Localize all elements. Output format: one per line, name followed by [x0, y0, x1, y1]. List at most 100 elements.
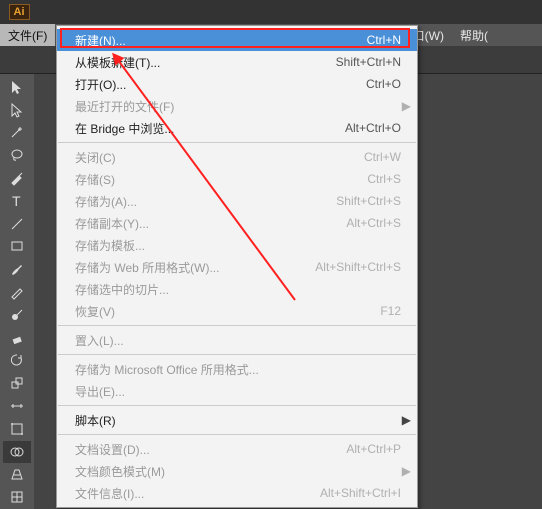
- menu-item-11: 存储为 Web 所用格式(W)...Alt+Shift+Ctrl+S: [57, 256, 417, 278]
- menu-item-22: 文档设置(D)...Alt+Ctrl+P: [57, 438, 417, 460]
- menu-item-8: 存储为(A)...Shift+Ctrl+S: [57, 190, 417, 212]
- menu-item-label: 恢复(V): [75, 303, 380, 320]
- menu-item-label: 存储为 Web 所用格式(W)...: [75, 259, 315, 276]
- menu-item-24: 文件信息(I)...Alt+Shift+Ctrl+I: [57, 482, 417, 504]
- menu-separator: [58, 142, 416, 143]
- menu-item-label: 关闭(C): [75, 149, 364, 166]
- menu-item-label: 置入(L)...: [75, 332, 401, 349]
- menu-item-shortcut: Alt+Shift+Ctrl+I: [320, 486, 401, 500]
- menubar-item-8[interactable]: 帮助(: [452, 24, 496, 46]
- tool-scale[interactable]: [3, 372, 31, 394]
- menu-item-shortcut: Alt+Ctrl+S: [346, 216, 401, 230]
- menu-item-20[interactable]: 脚本(R)▶: [57, 409, 417, 431]
- tool-magic-wand[interactable]: [3, 122, 31, 144]
- tool-blob-brush[interactable]: [3, 304, 31, 326]
- menu-item-shortcut: Ctrl+O: [366, 77, 401, 91]
- submenu-arrow-icon: ▶: [402, 464, 411, 478]
- menu-item-shortcut: Ctrl+W: [364, 150, 401, 164]
- menu-item-shortcut: Ctrl+S: [367, 172, 401, 186]
- pen-icon: [9, 170, 25, 186]
- menu-item-10: 存储为模板...: [57, 234, 417, 256]
- tool-panel: T: [0, 74, 34, 509]
- menu-item-4[interactable]: 在 Bridge 中浏览...Alt+Ctrl+O: [57, 117, 417, 139]
- menu-item-label: 新建(N)...: [75, 32, 367, 49]
- menu-separator: [58, 325, 416, 326]
- tool-paintbrush[interactable]: [3, 258, 31, 280]
- mesh-icon: [9, 489, 25, 505]
- width-icon: [9, 398, 25, 414]
- tool-mesh[interactable]: [3, 486, 31, 508]
- tool-selection[interactable]: [3, 76, 31, 98]
- menu-separator: [58, 434, 416, 435]
- type-icon: T: [9, 193, 25, 209]
- menu-item-label: 存储选中的切片...: [75, 281, 401, 298]
- eraser-icon: [9, 330, 25, 346]
- menu-item-label: 文件信息(I)...: [75, 485, 320, 502]
- menubar-item-0[interactable]: 文件(F): [0, 24, 55, 46]
- line-icon: [9, 216, 25, 232]
- menu-item-15: 置入(L)...: [57, 329, 417, 351]
- menu-item-23: 文档颜色模式(M)▶: [57, 460, 417, 482]
- menu-item-6: 关闭(C)Ctrl+W: [57, 146, 417, 168]
- paintbrush-icon: [9, 261, 25, 277]
- menu-item-2[interactable]: 打开(O)...Ctrl+O: [57, 73, 417, 95]
- direct-selection-icon: [9, 102, 25, 118]
- menu-item-17: 存储为 Microsoft Office 所用格式...: [57, 358, 417, 380]
- rectangle-icon: [9, 238, 25, 254]
- menu-separator: [58, 405, 416, 406]
- perspective-icon: [9, 466, 25, 482]
- menu-item-9: 存储副本(Y)...Alt+Ctrl+S: [57, 212, 417, 234]
- tool-pen[interactable]: [3, 167, 31, 189]
- blob-brush-icon: [9, 307, 25, 323]
- tool-width[interactable]: [3, 395, 31, 417]
- menu-item-label: 脚本(R): [75, 412, 401, 429]
- menu-item-label: 从模板新建(T)...: [75, 54, 336, 71]
- menu-item-shortcut: Shift+Ctrl+N: [336, 55, 401, 69]
- menu-item-3: 最近打开的文件(F)▶: [57, 95, 417, 117]
- toolbox-dock-strip: [34, 74, 44, 509]
- menu-separator: [58, 354, 416, 355]
- menu-item-shortcut: Ctrl+N: [367, 33, 401, 47]
- tool-lasso[interactable]: [3, 144, 31, 166]
- scale-icon: [9, 375, 25, 391]
- file-menu-dropdown: 新建(N)...Ctrl+N从模板新建(T)...Shift+Ctrl+N打开(…: [56, 25, 418, 508]
- tool-direct-selection[interactable]: [3, 99, 31, 121]
- tool-shape-builder[interactable]: [3, 441, 31, 463]
- tool-eraser[interactable]: [3, 327, 31, 349]
- app-title-bar: Ai: [0, 0, 542, 24]
- tool-pencil[interactable]: [3, 281, 31, 303]
- app-logo: Ai: [0, 0, 38, 24]
- rotate-icon: [9, 352, 25, 368]
- menu-item-18: 导出(E)...: [57, 380, 417, 402]
- tool-type[interactable]: T: [3, 190, 31, 212]
- shape-builder-icon: [9, 444, 25, 460]
- menu-item-label: 存储副本(Y)...: [75, 215, 346, 232]
- menu-item-label: 在 Bridge 中浏览...: [75, 120, 345, 137]
- pencil-icon: [9, 284, 25, 300]
- menu-item-label: 打开(O)...: [75, 76, 366, 93]
- magic-wand-icon: [9, 124, 25, 140]
- tool-free-transform[interactable]: [3, 418, 31, 440]
- menu-item-1[interactable]: 从模板新建(T)...Shift+Ctrl+N: [57, 51, 417, 73]
- tool-rotate[interactable]: [3, 350, 31, 372]
- menu-item-label: 存储为 Microsoft Office 所用格式...: [75, 361, 401, 378]
- menu-item-label: 存储为模板...: [75, 237, 401, 254]
- menu-item-label: 存储(S): [75, 171, 367, 188]
- menu-item-0[interactable]: 新建(N)...Ctrl+N: [57, 29, 417, 51]
- tool-rectangle[interactable]: [3, 236, 31, 258]
- menu-item-label: 文档颜色模式(M): [75, 463, 401, 480]
- tool-line[interactable]: [3, 213, 31, 235]
- tool-perspective[interactable]: [3, 464, 31, 486]
- menu-item-label: 导出(E)...: [75, 383, 401, 400]
- menu-item-label: 文档设置(D)...: [75, 441, 346, 458]
- menu-item-label: 最近打开的文件(F): [75, 98, 401, 115]
- lasso-icon: [9, 147, 25, 163]
- menu-item-shortcut: Shift+Ctrl+S: [336, 194, 401, 208]
- menu-item-label: 存储为(A)...: [75, 193, 336, 210]
- menu-item-shortcut: Alt+Shift+Ctrl+S: [315, 260, 401, 274]
- free-transform-icon: [9, 421, 25, 437]
- menu-item-shortcut: F12: [380, 304, 401, 318]
- svg-text:T: T: [12, 193, 21, 209]
- menu-item-12: 存储选中的切片...: [57, 278, 417, 300]
- selection-icon: [9, 79, 25, 95]
